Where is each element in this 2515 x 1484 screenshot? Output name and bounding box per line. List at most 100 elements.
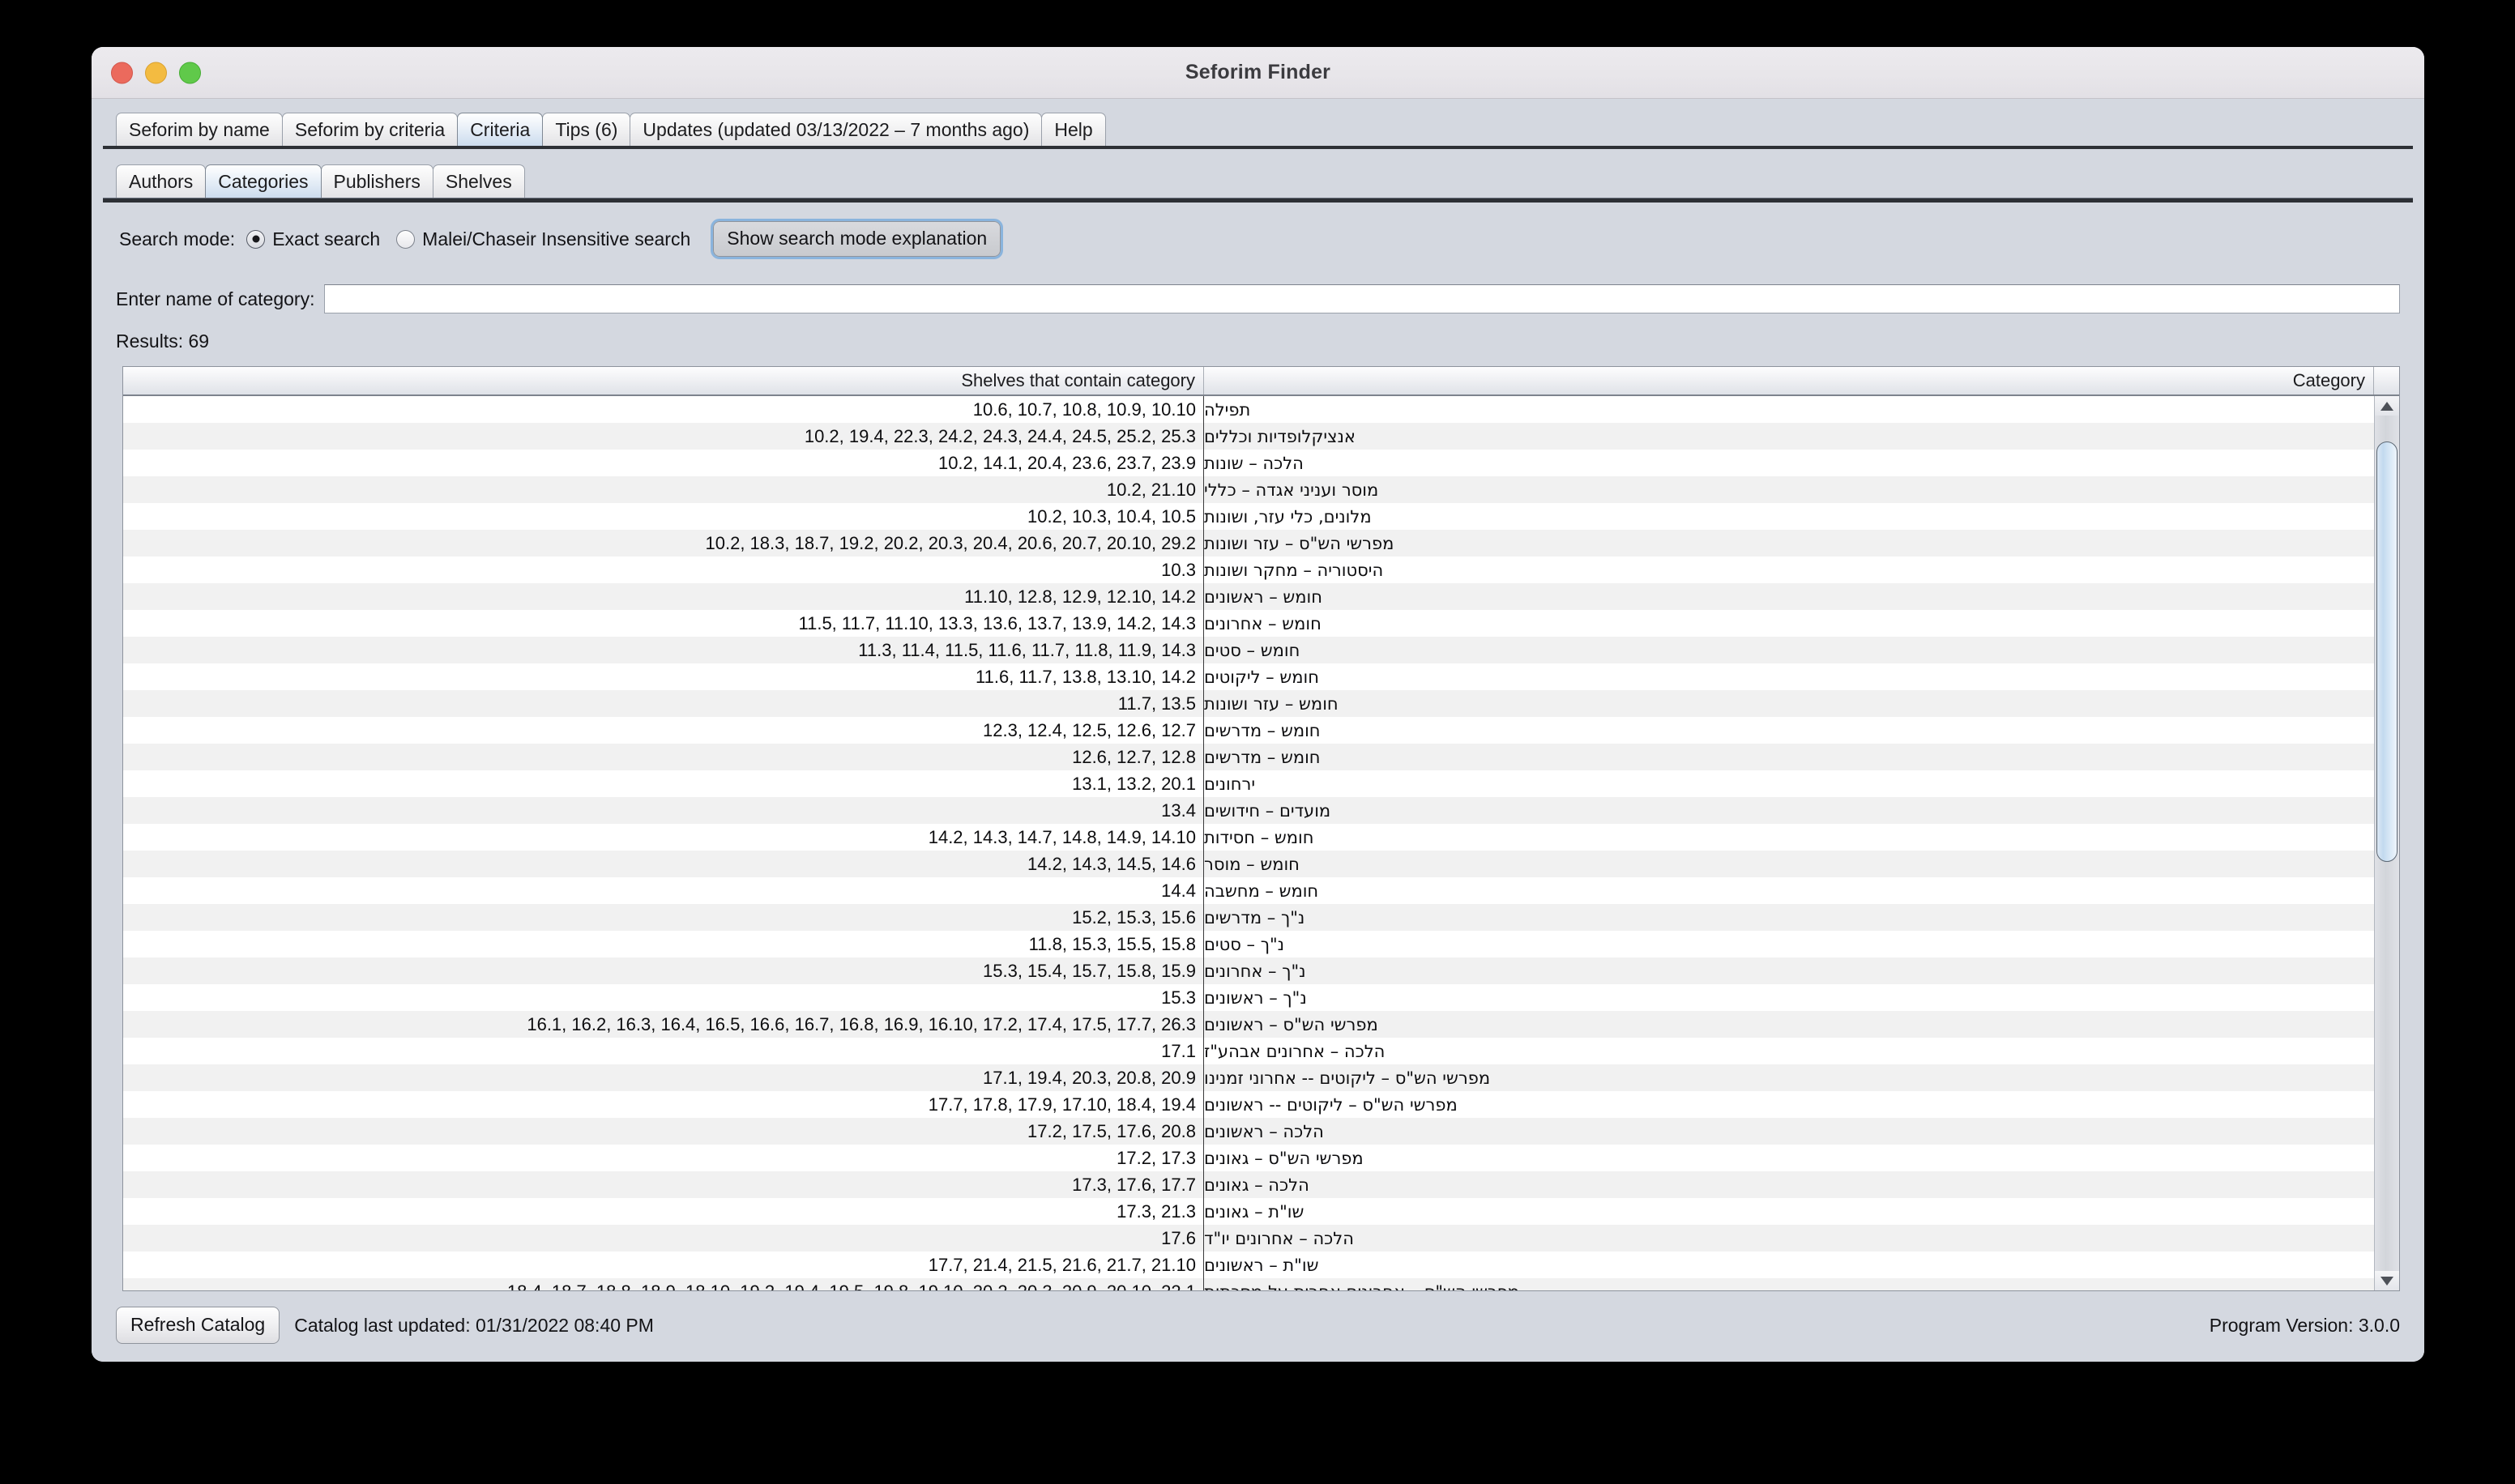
table-row[interactable]: 10.2, 10.3, 10.4, 10.5 מלונים, כלי עזר, ו… [123, 503, 2374, 530]
tab-categories[interactable]: Categories [205, 164, 322, 198]
table-row[interactable]: 18.4, 18.7, 18.8, 18.9, 18.10, 19.2, 19.… [123, 1278, 2374, 1290]
table-row[interactable]: 17.6 הלכה – אחרונים יו"ד [123, 1225, 2374, 1252]
maximize-window-button[interactable] [179, 62, 201, 83]
table-row[interactable]: 10.2, 14.1, 20.4, 23.6, 23.7, 23.9 הלכה –… [123, 450, 2374, 476]
table-row[interactable]: 17.3, 17.6, 17.7 הלכה – גאונים [123, 1171, 2374, 1198]
table-row[interactable]: 11.3, 11.4, 11.5, 11.6, 11.7, 11.8, 11.9… [123, 637, 2374, 663]
cell-category: שו"ת – גאונים [1204, 1201, 1304, 1222]
table-row[interactable]: 17.7, 17.8, 17.9, 17.10, 18.4, 19.4 מפרשי… [123, 1091, 2374, 1118]
cell-category: תפילה [1204, 399, 1251, 420]
cell-category: נ"ך – מדרשים [1204, 907, 1305, 927]
table-row[interactable]: 10.2, 19.4, 22.3, 24.2, 24.3, 24.4, 24.5… [123, 423, 2374, 450]
table-row[interactable]: 13.1, 13.2, 20.1 ירחונים [123, 770, 2374, 797]
cell-shelves: 11.10, 12.8, 12.9, 12.10, 14.2 [123, 583, 1204, 610]
scroll-down-arrow-icon[interactable] [2375, 1271, 2399, 1290]
cell-category: הלכה – אחרונים יו"ד [1204, 1228, 1354, 1248]
cell-category: היסטוריה – מחקר ושונות [1204, 560, 1384, 580]
tab-seforim-by-name[interactable]: Seforim by name [116, 112, 283, 146]
cell-shelves: 17.3, 21.3 [123, 1198, 1204, 1225]
table-row[interactable]: 11.6, 11.7, 13.8, 13.10, 14.2 חומש – ליקו… [123, 663, 2374, 690]
table-row[interactable]: 10.6, 10.7, 10.8, 10.9, 10.10 תפילה [123, 396, 2374, 423]
radio-exact-search-label: Exact search [272, 228, 381, 249]
table-row[interactable]: 10.2, 21.10 מוסר ועניני אגדה – כללי [123, 476, 2374, 503]
close-window-button[interactable] [111, 62, 133, 83]
column-header-category[interactable]: Category [1204, 367, 2374, 394]
cell-category: חומש – מוסר [1204, 854, 1300, 874]
cell-shelves: 14.2, 14.3, 14.7, 14.8, 14.9, 14.10 [123, 824, 1204, 851]
table-row[interactable]: 17.1 הלכה – אחרונים אבהע"ז [123, 1038, 2374, 1064]
table-row[interactable]: 17.7, 21.4, 21.5, 21.6, 21.7, 21.10 שו"ת … [123, 1252, 2374, 1278]
radio-malei-chaseir-label: Malei/Chaseir Insensitive search [422, 228, 691, 249]
cell-shelves: 18.4, 18.7, 18.8, 18.9, 18.10, 19.2, 19.… [123, 1278, 1204, 1290]
cell-category: הלכה – גאונים [1204, 1175, 1309, 1195]
table-row[interactable]: 11.7, 13.5 חומש – עזר ושונות [123, 690, 2374, 717]
scroll-up-arrow-icon[interactable] [2375, 396, 2399, 416]
cell-category: חומש – ראשונים [1204, 586, 1322, 607]
results-table: Shelves that contain category Category 1… [122, 366, 2400, 1291]
cell-category: מפרשי הש"ס – ליקוטים -- אחרוני זמנינו [1204, 1068, 1491, 1088]
cell-category: נ"ך – סטים [1204, 934, 1285, 954]
tab-seforim-by-criteria[interactable]: Seforim by criteria [281, 112, 459, 146]
table-row[interactable]: 14.2, 14.3, 14.5, 14.6 חומש – מוסר [123, 851, 2374, 877]
category-search-input[interactable] [324, 284, 2400, 313]
table-row[interactable]: 11.5, 11.7, 11.10, 13.3, 13.6, 13.7, 13.… [123, 610, 2374, 637]
minimize-window-button[interactable] [145, 62, 167, 83]
cell-category: חומש – ליקוטים [1204, 667, 1319, 687]
table-vertical-scrollbar[interactable] [2374, 396, 2399, 1290]
table-row[interactable]: 15.2, 15.3, 15.6 נ"ך – מדרשים [123, 904, 2374, 931]
cell-category: מפרשי הש"ס – גאונים [1204, 1148, 1364, 1168]
scrollbar-thumb[interactable] [2376, 441, 2398, 863]
secondary-tab-separator [103, 198, 2413, 203]
table-row[interactable]: 14.2, 14.3, 14.7, 14.8, 14.9, 14.10 חומש … [123, 824, 2374, 851]
cell-category: אנציקלופדיות וכללים [1204, 426, 1356, 446]
table-row[interactable]: 12.3, 12.4, 12.5, 12.6, 12.7 חומש – מדרשי… [123, 717, 2374, 744]
table-row[interactable]: 13.4 מועדים – חידושים [123, 797, 2374, 824]
table-row[interactable]: 11.8, 15.3, 15.5, 15.8 נ"ך – סטים [123, 931, 2374, 957]
table-row[interactable]: 10.2, 18.3, 18.7, 19.2, 20.2, 20.3, 20.4… [123, 530, 2374, 556]
table-row[interactable]: 15.3, 15.4, 15.7, 15.8, 15.9 נ"ך – אחרוני… [123, 957, 2374, 984]
radio-option-exact-search[interactable]: Exact search [246, 228, 380, 250]
cell-shelves: 13.4 [123, 797, 1204, 824]
cell-category: חומש – עזר ושונות [1204, 693, 1339, 714]
cell-shelves: 17.6 [123, 1225, 1204, 1252]
table-row[interactable]: 12.6, 12.7, 12.8 חומש – מדרשים [123, 744, 2374, 770]
cell-shelves: 17.1 [123, 1038, 1204, 1064]
cell-shelves: 13.1, 13.2, 20.1 [123, 770, 1204, 797]
cell-shelves: 15.3, 15.4, 15.7, 15.8, 15.9 [123, 957, 1204, 984]
cell-shelves: 11.6, 11.7, 13.8, 13.10, 14.2 [123, 663, 1204, 690]
radio-option-malei-chaseir[interactable]: Malei/Chaseir Insensitive search [396, 228, 690, 250]
cell-shelves: 17.7, 17.8, 17.9, 17.10, 18.4, 19.4 [123, 1091, 1204, 1118]
cell-category: חומש – חסידות [1204, 827, 1314, 847]
table-row[interactable]: 17.1, 19.4, 20.3, 20.8, 20.9 מפרשי הש"ס –… [123, 1064, 2374, 1091]
category-input-label: Enter name of category: [116, 288, 315, 309]
search-mode-row: Search mode: Exact search Malei/Chaseir … [92, 203, 2424, 261]
tab-publishers[interactable]: Publishers [320, 164, 433, 198]
tab-updates[interactable]: Updates (updated 03/13/2022 – 7 months a… [630, 112, 1043, 146]
cell-shelves: 10.6, 10.7, 10.8, 10.9, 10.10 [123, 396, 1204, 423]
cell-shelves: 17.3, 17.6, 17.7 [123, 1171, 1204, 1198]
application-window: Seforim Finder Seforim by name Seforim b… [92, 47, 2424, 1362]
table-row[interactable]: 17.2, 17.5, 17.6, 20.8 הלכה – ראשונים [123, 1118, 2374, 1145]
table-row[interactable]: 17.3, 21.3 שו"ת – גאונים [123, 1198, 2374, 1225]
refresh-catalog-button[interactable]: Refresh Catalog [116, 1307, 280, 1344]
tab-criteria[interactable]: Criteria [457, 112, 544, 146]
table-row[interactable]: 11.10, 12.8, 12.9, 12.10, 14.2 חומש – ראש… [123, 583, 2374, 610]
table-row[interactable]: 16.1, 16.2, 16.3, 16.4, 16.5, 16.6, 16.7… [123, 1011, 2374, 1038]
tab-shelves[interactable]: Shelves [432, 164, 525, 198]
table-row[interactable]: 10.3 היסטוריה – מחקר ושונות [123, 556, 2374, 583]
show-search-mode-explanation-button[interactable]: Show search mode explanation [711, 219, 1004, 259]
cell-category: מפרשי הש"ס – ראשונים [1204, 1014, 1378, 1034]
radio-exact-search-icon[interactable] [246, 229, 266, 249]
tab-help[interactable]: Help [1041, 112, 1106, 146]
radio-malei-chaseir-icon[interactable] [396, 229, 416, 249]
column-header-spacer [2374, 367, 2399, 394]
table-row[interactable]: 14.4 חומש – מחשבה [123, 877, 2374, 904]
tab-authors[interactable]: Authors [116, 164, 207, 198]
table-row[interactable]: 15.3 נ"ך – ראשונים [123, 984, 2374, 1011]
column-header-shelves[interactable]: Shelves that contain category [123, 367, 1204, 394]
tab-tips[interactable]: Tips (6) [542, 112, 631, 146]
scrollbar-track[interactable] [2375, 416, 2399, 1271]
secondary-tab-bar: Authors Categories Publishers Shelves [92, 149, 2424, 198]
table-row[interactable]: 17.2, 17.3 מפרשי הש"ס – גאונים [123, 1145, 2374, 1171]
cell-category: מפרשי הש"ס – עזר ושונות [1204, 533, 1394, 553]
